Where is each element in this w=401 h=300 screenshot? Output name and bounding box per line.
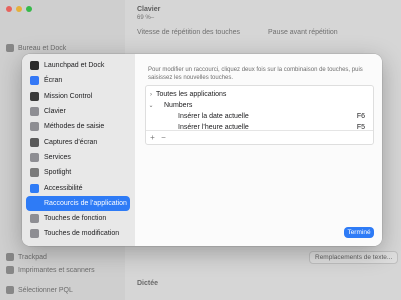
gear-icon xyxy=(30,152,39,162)
sidebar-item-label: Accessibilité xyxy=(44,184,83,192)
keyboard-icon xyxy=(30,107,39,117)
sidebar-item[interactable]: Raccourcis de l’application xyxy=(26,195,130,211)
sidebar-item-label: Mission Control xyxy=(44,92,93,100)
accessibility-icon xyxy=(30,183,39,193)
sidebar-item[interactable]: Méthodes de saisie xyxy=(26,119,130,134)
sidebar-item-label: Captures d’écran xyxy=(44,138,98,146)
sidebar-item[interactable]: Accessibilité xyxy=(26,180,130,195)
launchpad-dock-icon xyxy=(30,61,39,71)
remove-button[interactable]: − xyxy=(159,133,168,142)
table-row[interactable]: › Toutes les applications xyxy=(146,89,373,100)
mission-control-icon xyxy=(30,91,39,101)
divider xyxy=(146,130,373,131)
screenshot-icon xyxy=(30,137,39,147)
modifier-keys-icon xyxy=(30,229,39,239)
shortcuts-table: › Toutes les applications ⌄ Numbers Insé… xyxy=(145,85,374,145)
sidebar-item-label: Launchpad et Dock xyxy=(44,62,105,70)
sidebar-item[interactable]: Captures d’écran xyxy=(26,134,130,149)
sidebar-item-label: Écran xyxy=(44,77,63,85)
chevron-right-icon[interactable]: › xyxy=(146,92,156,98)
chevron-down-icon[interactable]: ⌄ xyxy=(146,102,156,109)
sidebar-item[interactable]: Spotlight xyxy=(26,165,130,180)
spotlight-icon xyxy=(30,168,39,178)
shortcuts-dialog: Launchpad et Dock Écran Mission Control Cla… xyxy=(22,54,382,246)
sidebar-item-label: Touches de modification xyxy=(44,230,120,238)
add-remove-controls: + − xyxy=(148,133,168,142)
done-button[interactable]: Terminé xyxy=(344,227,374,238)
sidebar-item[interactable]: Launchpad et Dock xyxy=(26,58,130,73)
sidebar-item[interactable]: Clavier xyxy=(26,104,130,119)
dialog-sidebar-list: Launchpad et Dock Écran Mission Control Cla… xyxy=(26,58,130,242)
sidebar-item-label: Raccourcis de l’application xyxy=(44,199,127,207)
add-button[interactable]: + xyxy=(148,133,157,142)
sidebar-item[interactable]: Touches de modification xyxy=(26,226,130,241)
table-row[interactable]: Insérer l’heure actuelle F5 xyxy=(146,122,373,133)
table-row[interactable]: Insérer la date actuelle F6 xyxy=(146,111,373,122)
dialog-sidebar: Launchpad et Dock Écran Mission Control Cla… xyxy=(22,54,135,246)
sidebar-item-label: Spotlight xyxy=(44,169,72,177)
shortcut-key[interactable]: F6 xyxy=(357,113,365,120)
sidebar-item-label: Clavier xyxy=(44,108,66,116)
table-row[interactable]: ⌄ Numbers xyxy=(146,100,373,111)
sidebar-item-label: Méthodes de saisie xyxy=(44,123,105,131)
app-shortcuts-icon xyxy=(30,198,39,208)
dialog-content: Pour modifier un raccourci, cliquez deux… xyxy=(135,54,382,246)
sidebar-item[interactable]: Écran xyxy=(26,73,130,88)
sidebar-item[interactable]: Mission Control xyxy=(26,89,130,104)
sidebar-item[interactable]: Services xyxy=(26,150,130,165)
display-icon xyxy=(30,76,39,86)
description-text: Pour modifier un raccourci, cliquez deux… xyxy=(148,67,363,81)
sidebar-item[interactable]: Touches de fonction xyxy=(26,211,130,226)
sidebar-item-label: Touches de fonction xyxy=(44,215,107,223)
function-keys-icon xyxy=(30,214,39,224)
sidebar-item-label: Services xyxy=(44,153,71,161)
input-methods-icon xyxy=(30,122,39,132)
